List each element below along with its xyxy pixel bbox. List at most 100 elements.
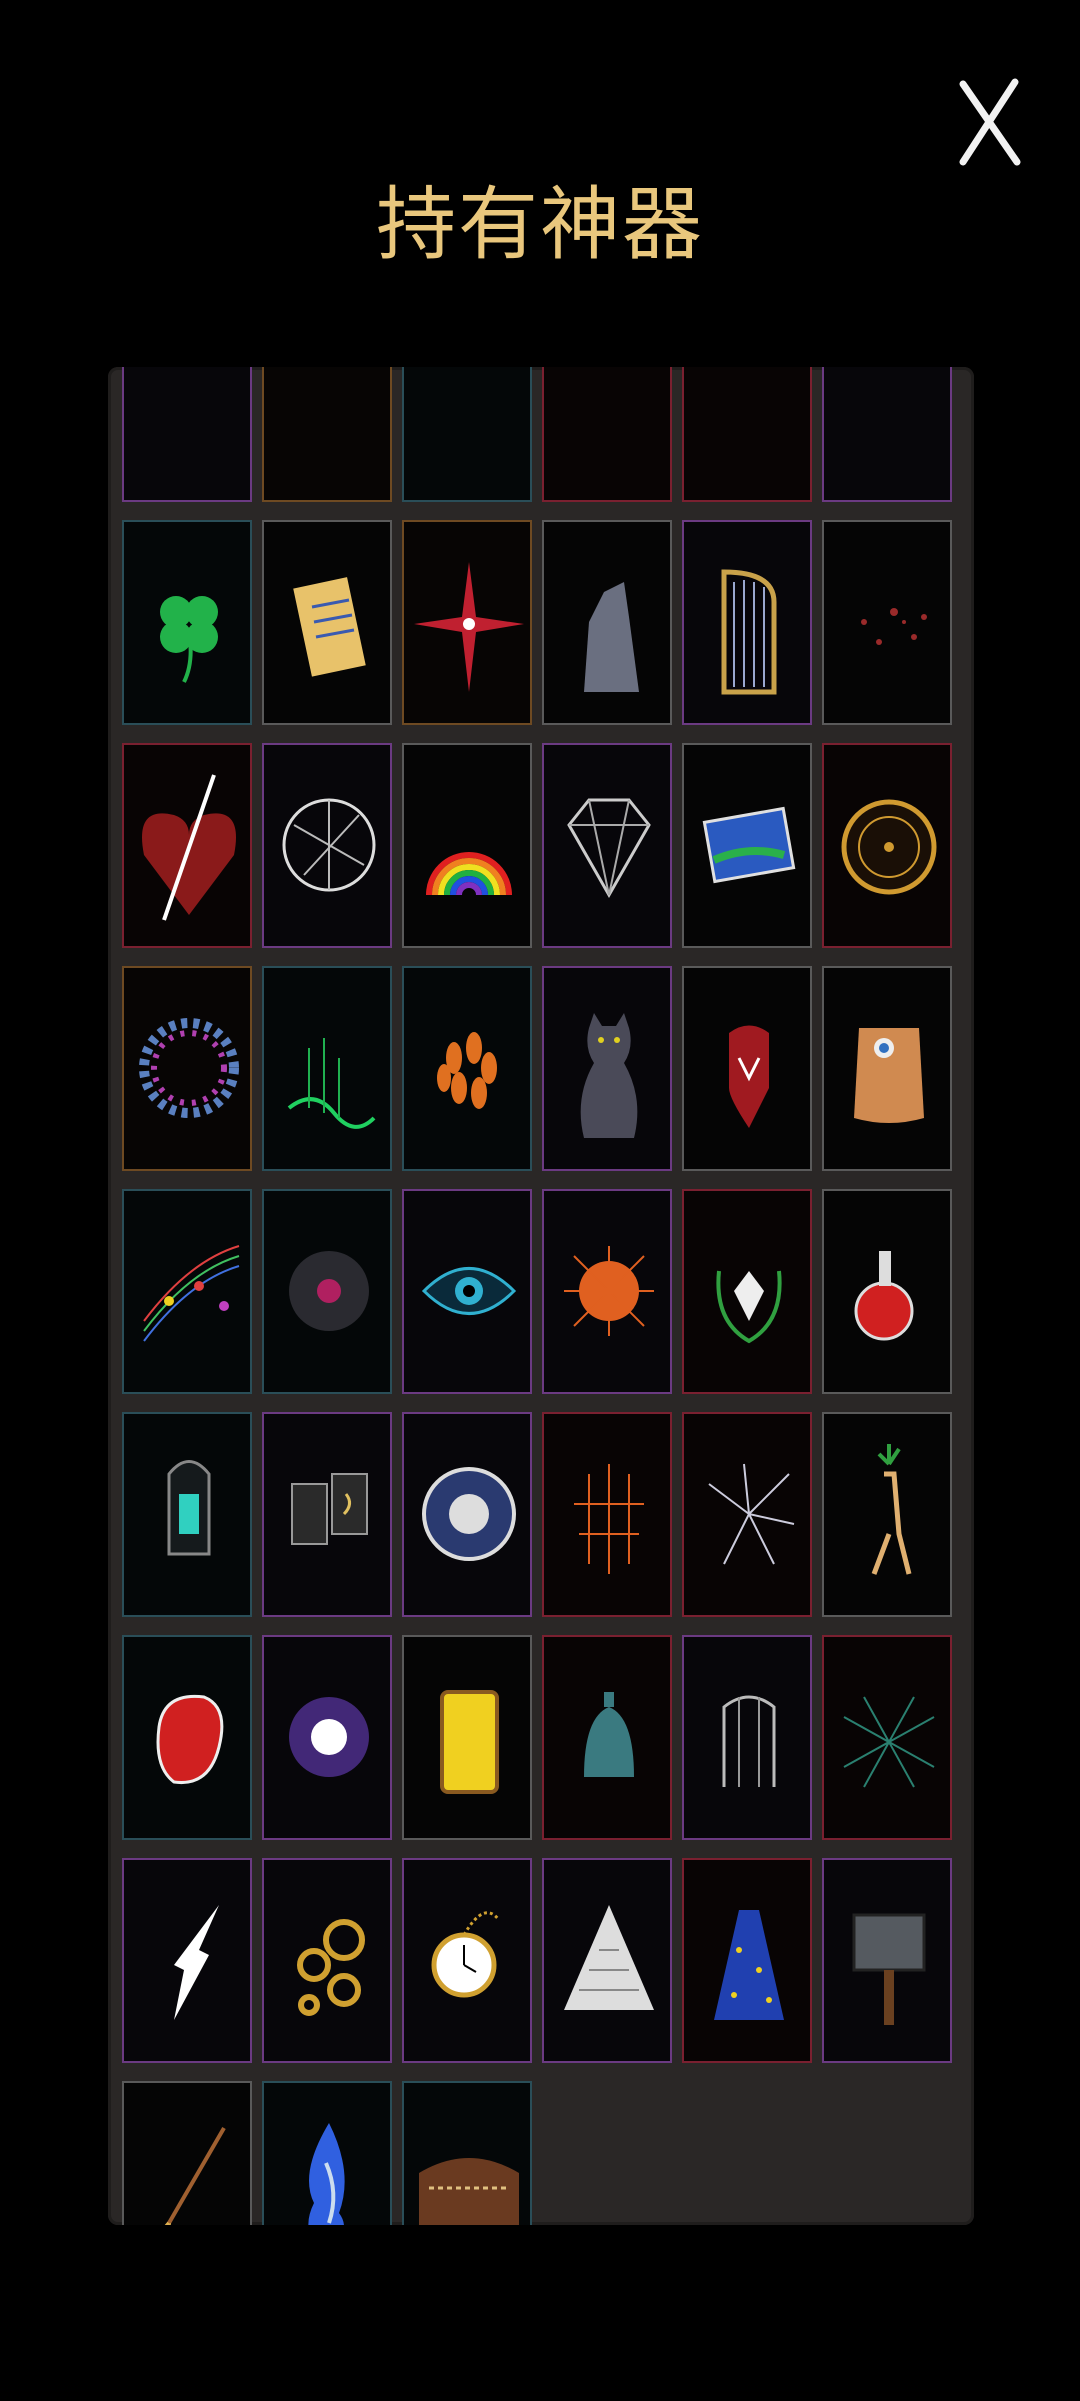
eye-jug-icon bbox=[854, 1028, 924, 1123]
artifact-card[interactable] bbox=[542, 1635, 672, 1840]
artifact-card[interactable] bbox=[542, 743, 672, 948]
dark-sketch-icon bbox=[544, 367, 674, 504]
artifact-card[interactable] bbox=[822, 1635, 952, 1840]
artifact-card[interactable] bbox=[542, 1412, 672, 1617]
red-meat-icon bbox=[156, 1694, 224, 1785]
artifact-card[interactable] bbox=[542, 1858, 672, 2063]
artifact-card[interactable] bbox=[262, 520, 392, 725]
gears-icon bbox=[297, 1919, 365, 2016]
artifact-card[interactable] bbox=[122, 743, 252, 948]
mimic-chest-icon bbox=[419, 2158, 519, 2225]
artifact-card[interactable] bbox=[402, 1412, 532, 1617]
tarot-cards-icon bbox=[291, 1473, 368, 1545]
artifact-card[interactable] bbox=[402, 966, 532, 1171]
artifact-card[interactable] bbox=[262, 743, 392, 948]
sparkle-grid-icon bbox=[574, 1464, 644, 1574]
cage-icon bbox=[722, 1695, 776, 1787]
artifact-card[interactable] bbox=[402, 1635, 532, 1840]
artifact-card[interactable] bbox=[262, 1189, 392, 1394]
artifact-card[interactable] bbox=[262, 966, 392, 1171]
war-hammer-icon bbox=[852, 1913, 926, 2025]
harp-icon bbox=[721, 569, 777, 695]
artifact-card[interactable] bbox=[542, 966, 672, 1171]
aurora-icon bbox=[287, 1038, 376, 1129]
sun-medallion-icon bbox=[422, 1467, 516, 1561]
artifact-card[interactable] bbox=[822, 966, 952, 1171]
red-dust-icon bbox=[861, 608, 927, 645]
lantern-icon bbox=[167, 1460, 211, 1556]
pocket-watch-icon bbox=[431, 1911, 501, 1998]
teal-net-icon bbox=[843, 1696, 935, 1788]
artifact-card[interactable] bbox=[682, 367, 812, 502]
artifact-card[interactable] bbox=[822, 1189, 952, 1394]
artifact-card[interactable] bbox=[542, 1189, 672, 1394]
yellow-jar-icon bbox=[440, 1690, 499, 1794]
teal-ornament-icon bbox=[264, 367, 394, 504]
potion-flask-icon bbox=[854, 1251, 914, 1341]
artifact-card[interactable] bbox=[402, 1858, 532, 2063]
artifact-card[interactable] bbox=[682, 520, 812, 725]
artifact-card[interactable] bbox=[542, 520, 672, 725]
artifact-card[interactable] bbox=[402, 2081, 532, 2225]
angel-wreath-icon bbox=[716, 1270, 782, 1344]
artifact-card[interactable] bbox=[262, 1412, 392, 1617]
artifact-card[interactable] bbox=[122, 966, 252, 1171]
artifact-card[interactable] bbox=[402, 520, 532, 725]
artifact-card[interactable] bbox=[122, 1635, 252, 1840]
artifact-card[interactable] bbox=[122, 2081, 252, 2225]
flower-wreath-icon bbox=[139, 1018, 239, 1118]
red-jaw-icon bbox=[824, 367, 954, 504]
artifact-card[interactable] bbox=[682, 1189, 812, 1394]
rainbow-icon bbox=[426, 852, 512, 896]
close-icon bbox=[959, 78, 1021, 166]
diamond-icon bbox=[567, 798, 651, 899]
artifact-card[interactable] bbox=[262, 1858, 392, 2063]
red-shield-icon bbox=[729, 1025, 769, 1128]
artifact-card[interactable] bbox=[822, 520, 952, 725]
page-title: 持有神器 bbox=[376, 178, 704, 271]
golden-clock-dial-icon bbox=[841, 799, 937, 895]
artifact-card[interactable] bbox=[682, 1412, 812, 1617]
artifact-card[interactable] bbox=[402, 1189, 532, 1394]
artifact-card[interactable] bbox=[122, 1858, 252, 2063]
artifact-card[interactable] bbox=[682, 1635, 812, 1840]
artifact-card[interactable] bbox=[682, 743, 812, 948]
broom-icon bbox=[164, 2126, 226, 2225]
music-notes-icon bbox=[143, 1245, 240, 1342]
scroll-icon bbox=[293, 577, 366, 677]
artifact-card[interactable] bbox=[402, 743, 532, 948]
artifact-card[interactable] bbox=[822, 1858, 952, 2063]
bell-icon bbox=[584, 1692, 634, 1777]
blue-flame-icon bbox=[308, 2123, 345, 2225]
pyramid-icon bbox=[564, 1905, 654, 2010]
purple-moon-icon bbox=[289, 1697, 369, 1777]
orange-burst-icon bbox=[564, 1246, 654, 1336]
artifact-card[interactable] bbox=[822, 367, 952, 502]
artifact-card[interactable] bbox=[122, 1412, 252, 1617]
tombstone-icon bbox=[404, 367, 534, 504]
artifact-card[interactable] bbox=[822, 743, 952, 948]
artifact-panel bbox=[108, 367, 974, 2225]
artifact-card[interactable] bbox=[122, 520, 252, 725]
artifact-card[interactable] bbox=[682, 1858, 812, 2063]
cracked-orb-icon bbox=[282, 798, 376, 892]
pierced-heart-icon bbox=[142, 774, 236, 921]
starry-cloak-icon bbox=[714, 1910, 784, 2020]
artifact-card[interactable] bbox=[262, 1635, 392, 1840]
artifact-card[interactable] bbox=[122, 367, 252, 502]
shattered-glass-icon bbox=[708, 1463, 795, 1565]
black-cat-icon bbox=[580, 1013, 638, 1138]
ghost-wolf-icon bbox=[584, 582, 639, 692]
lightning-crack-icon bbox=[174, 1905, 219, 2020]
artifact-card[interactable] bbox=[402, 367, 532, 502]
four-leaf-clover-icon bbox=[160, 596, 218, 683]
artifact-card[interactable] bbox=[822, 1412, 952, 1617]
artifact-card[interactable] bbox=[122, 1189, 252, 1394]
artifact-card[interactable] bbox=[262, 2081, 392, 2225]
dark-nebula-icon bbox=[289, 1251, 369, 1331]
artifact-card[interactable] bbox=[682, 966, 812, 1171]
close-button[interactable] bbox=[955, 78, 1025, 168]
artifact-card[interactable] bbox=[542, 367, 672, 502]
flame-leaves-icon bbox=[437, 1032, 497, 1109]
artifact-card[interactable] bbox=[262, 367, 392, 502]
